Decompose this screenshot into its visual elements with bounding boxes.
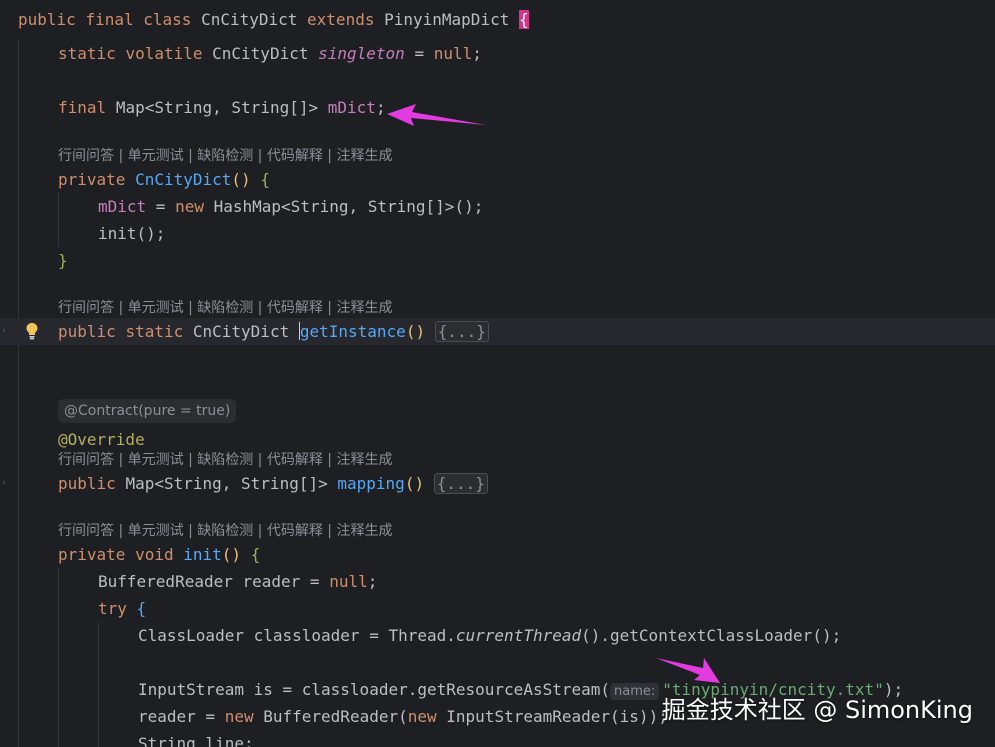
statement: InputStreamReader(is)); [436, 707, 668, 726]
fold-arrow-icon[interactable]: › [1, 327, 7, 336]
method-name: init [183, 545, 222, 564]
code-line-init-decl[interactable]: private void init() { [0, 541, 260, 568]
statement: init(); [98, 224, 166, 243]
keyword: private [58, 545, 126, 564]
keyword: void [135, 545, 174, 564]
code-line-class-decl[interactable]: public final class CnCityDict extends Pi… [0, 6, 529, 33]
statement: String line; [138, 734, 254, 747]
ai-actions-hint[interactable]: 行间问答 | 单元测试 | 缺陷检测 | 代码解释 | 注释生成 [58, 298, 392, 318]
code-line-getinstance[interactable]: public static CnCityDict getInstance() {… [0, 318, 995, 345]
code-line-reader-decl[interactable]: BufferedReader reader = null; [0, 568, 377, 595]
code-line-mdict[interactable]: final Map<String, String[]> mDict; [0, 94, 386, 121]
type: CnCityDict [212, 44, 309, 63]
statement: reader = [138, 707, 225, 726]
code-line-ctor-body[interactable]: mDict = new HashMap<String, String[]>(); [0, 193, 483, 220]
semicolon: ; [472, 44, 482, 63]
code-line-singleton[interactable]: static volatile CnCityDict singleton = n… [0, 40, 482, 67]
keyword: public [18, 10, 76, 29]
method-name: getInstance [299, 322, 406, 341]
keyword: static [125, 322, 184, 341]
type: String, String[] [154, 98, 309, 117]
lightbulb-icon[interactable] [24, 322, 40, 340]
method-name: CnCityDict [135, 170, 232, 189]
expression: HashMap<String, String[]>(); [203, 197, 484, 216]
keyword: try [98, 599, 127, 618]
ai-actions-hint[interactable]: 行间问答 | 单元测试 | 缺陷检测 | 代码解释 | 注释生成 [58, 521, 392, 541]
ai-actions-hint[interactable]: 行间问答 | 单元测试 | 缺陷检测 | 代码解释 | 注释生成 [58, 450, 392, 470]
keyword: new [175, 197, 204, 216]
operator: = [146, 197, 176, 216]
brace: { [136, 599, 147, 618]
arrow-icon [387, 104, 486, 126]
type: Map<String, String[]> [125, 474, 328, 493]
indent-guide [58, 192, 59, 247]
brace: } [58, 251, 68, 270]
generic-close: > [308, 98, 319, 117]
matched-brace: { [518, 10, 529, 29]
statement: ().getContextClassLoader(); [581, 626, 842, 645]
operator: = [404, 44, 434, 63]
semicolon: ; [375, 98, 386, 117]
code-line-ctor-init[interactable]: init(); [0, 220, 165, 247]
statement: ClassLoader classloader = Thread. [138, 626, 456, 645]
brace: { [260, 170, 270, 189]
folded-code[interactable]: {...} [434, 321, 489, 342]
statement: BufferedReader( [253, 707, 408, 726]
keyword: new [224, 707, 254, 726]
code-line-inputstream[interactable]: InputStream is = classloader.getResource… [0, 676, 903, 703]
code-line-reader-assign[interactable]: reader = new BufferedReader(new InputStr… [0, 703, 668, 730]
keyword: public [58, 322, 116, 341]
indent-guide [58, 568, 59, 747]
keyword: static [58, 44, 116, 63]
watermark: 掘金技术社区 @ SimonKing [661, 696, 973, 724]
method-name: mapping [337, 474, 405, 493]
type: Map [115, 98, 145, 117]
folded-code[interactable]: {...} [433, 473, 488, 494]
contract-inlay-hint: @Contract(pure = true) [58, 399, 237, 423]
statement: InputStream is = classloader.getResource… [138, 680, 611, 699]
annotation: @Override [58, 430, 145, 449]
keyword: public [58, 474, 116, 493]
parens: () [231, 170, 251, 189]
code-line-constructor[interactable]: private CnCityDict() { [0, 166, 270, 193]
code-line-override[interactable]: @Override [0, 426, 145, 453]
keyword: class [143, 10, 192, 29]
parens: () [405, 322, 426, 341]
type: CnCityDict [192, 322, 290, 341]
code-line-classloader[interactable]: ClassLoader classloader = Thread.current… [0, 622, 841, 649]
generic-open: < [144, 98, 155, 117]
ai-actions-hint[interactable]: 行间问答 | 单元测试 | 缺陷检测 | 代码解释 | 注释生成 [58, 146, 392, 166]
code-line-string[interactable]: String line; [0, 730, 254, 747]
brace: { [250, 545, 261, 564]
indent-guide [98, 622, 99, 747]
code-line-close-brace[interactable]: } [0, 247, 68, 274]
keyword: final [58, 98, 107, 117]
field-name: singleton [318, 44, 405, 63]
parameter-hint: name: [610, 683, 660, 700]
code-line-try[interactable]: try { [0, 595, 146, 622]
code-editor[interactable]: public final class CnCityDict extends Pi… [0, 0, 995, 747]
keyword: volatile [125, 44, 203, 63]
fold-arrow-icon[interactable]: › [1, 479, 7, 488]
semicolon: ; [367, 572, 378, 591]
parens: () [404, 474, 425, 493]
parent-class: PinyinMapDict [384, 10, 510, 29]
keyword: null [329, 572, 368, 591]
parens: () [221, 545, 242, 564]
field-name: mDict [327, 98, 376, 117]
keyword: null [433, 44, 473, 63]
field-name: mDict [98, 197, 147, 216]
keyword: private [58, 170, 126, 189]
statement: BufferedReader reader = [98, 572, 330, 591]
keyword: new [407, 707, 437, 726]
keyword: extends [307, 10, 375, 29]
keyword: final [85, 10, 134, 29]
method-name: currentThread [455, 626, 582, 645]
class-name: CnCityDict [201, 10, 298, 29]
